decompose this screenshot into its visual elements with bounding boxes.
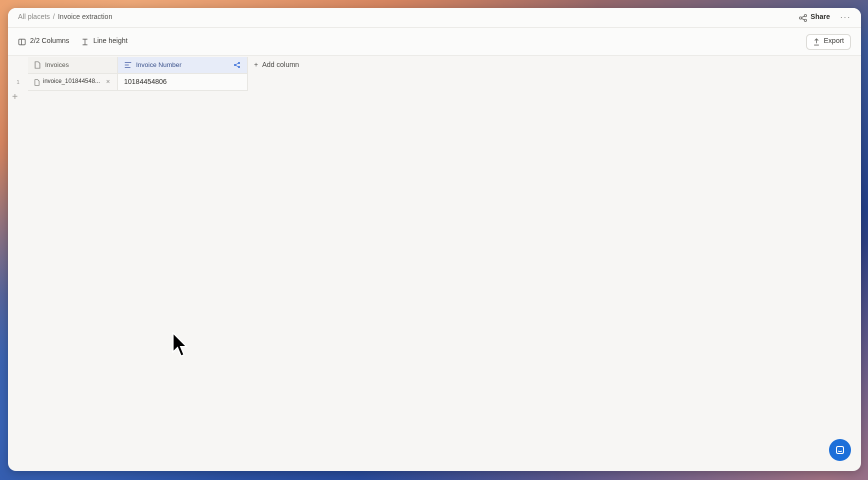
- app-window: All placets / Invoice extraction Share ·…: [8, 8, 861, 471]
- chat-icon: [835, 445, 845, 455]
- breadcrumb-separator: /: [52, 14, 55, 21]
- mouse-pointer-icon: [172, 331, 188, 365]
- close-icon[interactable]: ×: [106, 79, 110, 86]
- column-header-invoices[interactable]: Invoices: [28, 57, 118, 74]
- row-number: 1: [16, 79, 20, 86]
- line-height-icon: [81, 38, 89, 46]
- add-column-button[interactable]: + Add column: [248, 57, 299, 74]
- chat-support-button[interactable]: [829, 439, 851, 461]
- file-icon: [34, 61, 41, 69]
- export-label: Export: [823, 38, 844, 45]
- toolbar-left: 2/2 Columns Line height: [18, 38, 128, 46]
- column-header-invoice-number[interactable]: Invoice Number: [118, 57, 248, 74]
- data-table: Invoices Invoice Number + Add column 1 i…: [8, 57, 299, 103]
- share-button[interactable]: Share: [798, 13, 830, 22]
- line-height-label: Line height: [93, 38, 128, 45]
- breadcrumb-root[interactable]: All placets: [18, 14, 50, 21]
- columns-button[interactable]: 2/2 Columns: [18, 38, 69, 46]
- top-actions: Share ···: [798, 13, 851, 22]
- text-lines-icon: [124, 61, 132, 69]
- ai-sparkle-icon[interactable]: [233, 61, 241, 69]
- column-label-invoice-number: Invoice Number: [136, 61, 182, 69]
- share-label: Share: [810, 14, 830, 21]
- file-name: invoice_101844548...: [43, 79, 101, 85]
- table-header-row: Invoices Invoice Number + Add column: [8, 57, 299, 74]
- line-height-button[interactable]: Line height: [81, 38, 128, 46]
- share-icon: [798, 13, 807, 22]
- file-icon: [34, 78, 40, 86]
- column-label-invoices: Invoices: [45, 61, 69, 69]
- file-chip[interactable]: invoice_101844548... ×: [34, 79, 110, 86]
- add-column-label: Add column: [262, 62, 300, 69]
- export-icon: [813, 37, 820, 46]
- breadcrumb: All placets / Invoice extraction: [18, 14, 112, 21]
- plus-icon: +: [254, 62, 259, 69]
- cell-invoice-file[interactable]: invoice_101844548... ×: [28, 74, 118, 91]
- table-row[interactable]: 1 invoice_101844548... × 10184454806: [8, 74, 299, 91]
- row-number-header: [8, 57, 28, 74]
- cell-invoice-number[interactable]: 10184454806: [118, 74, 248, 91]
- topbar: All placets / Invoice extraction Share ·…: [8, 8, 861, 28]
- columns-icon: [18, 38, 26, 46]
- toolbar: 2/2 Columns Line height Export: [8, 28, 861, 56]
- columns-label: 2/2 Columns: [30, 38, 70, 45]
- add-row-button[interactable]: +: [8, 92, 28, 103]
- more-options-button[interactable]: ···: [840, 13, 851, 22]
- breadcrumb-current: Invoice extraction: [57, 14, 113, 21]
- export-button[interactable]: Export: [805, 33, 851, 50]
